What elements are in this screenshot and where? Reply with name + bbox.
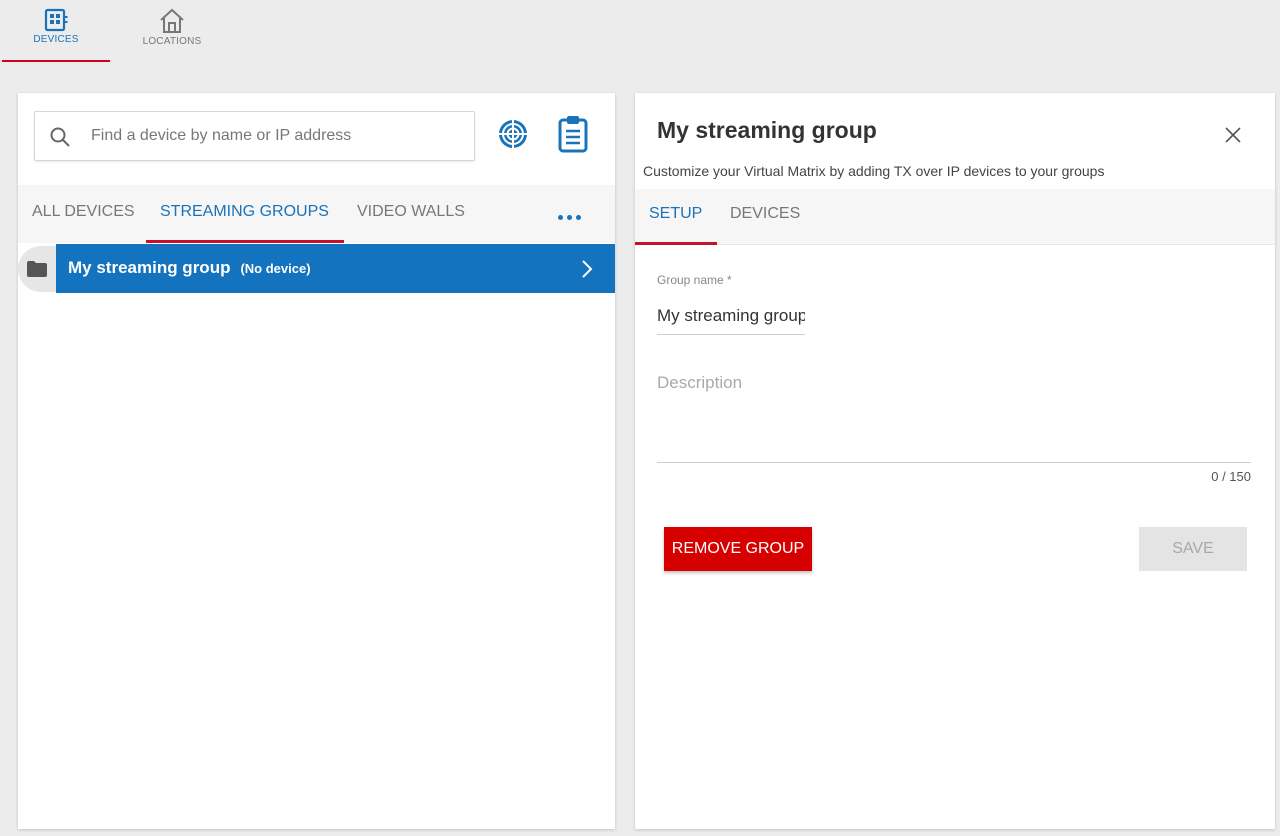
nav-locations[interactable]: LOCATIONS [132, 8, 212, 62]
clipboard-button[interactable] [556, 115, 590, 153]
tab-devices[interactable]: DEVICES [730, 205, 800, 223]
group-name-text: My streaming group (No device) [68, 258, 311, 278]
tab-streaming-groups[interactable]: STREAMING GROUPS [160, 203, 329, 221]
close-button[interactable] [1221, 123, 1245, 147]
nav-devices-label: DEVICES [33, 34, 79, 45]
nav-active-indicator [2, 60, 110, 62]
devices-icon [44, 8, 68, 32]
group-name-label: Group name * [657, 273, 732, 287]
folder-icon-badge [18, 246, 58, 292]
chevron-right-icon [582, 260, 593, 278]
panel-title: My streaming group [657, 117, 877, 143]
description-input[interactable] [657, 363, 1251, 463]
network-scan-button[interactable] [496, 117, 530, 151]
nav-locations-label: LOCATIONS [142, 36, 202, 47]
tab-active-indicator [635, 242, 717, 245]
search-icon [50, 127, 70, 147]
tab-active-indicator [146, 240, 344, 243]
globe-icon [499, 120, 527, 148]
panel-subtitle: Customize your Virtual Matrix by adding … [643, 163, 1105, 179]
top-nav: DEVICES LOCATIONS [0, 0, 1280, 68]
char-counter: 0 / 150 [1211, 469, 1251, 484]
more-dot [567, 214, 572, 220]
more-options-button[interactable] [558, 211, 588, 223]
device-list-panel: ALL DEVICES STREAMING GROUPS VIDEO WALLS… [18, 93, 615, 829]
clipboard-icon [558, 116, 588, 153]
device-tabs: ALL DEVICES STREAMING GROUPS VIDEO WALLS [18, 185, 615, 243]
nav-devices[interactable]: DEVICES [16, 8, 96, 62]
remove-group-button[interactable]: REMOVE GROUP [664, 527, 812, 571]
save-button[interactable]: SAVE [1139, 527, 1247, 571]
more-dot [558, 214, 563, 220]
home-icon [160, 8, 184, 33]
search-box [34, 111, 475, 161]
search-input[interactable] [91, 122, 461, 150]
detail-tabs: SETUP DEVICES [635, 189, 1275, 245]
tab-video-walls[interactable]: VIDEO WALLS [357, 203, 465, 221]
list-item-streaming-group[interactable]: My streaming group (No device) [18, 244, 615, 293]
group-name-input[interactable] [657, 297, 805, 335]
group-row-bar: My streaming group (No device) [56, 244, 615, 293]
close-icon [1225, 127, 1241, 143]
tab-all-devices[interactable]: ALL DEVICES [32, 203, 135, 221]
group-detail-panel: My streaming group Customize your Virtua… [635, 93, 1275, 829]
folder-icon [27, 261, 47, 277]
group-name: My streaming group [68, 258, 231, 277]
more-dot [576, 214, 581, 220]
group-status: (No device) [240, 261, 311, 276]
tab-setup[interactable]: SETUP [649, 205, 702, 223]
